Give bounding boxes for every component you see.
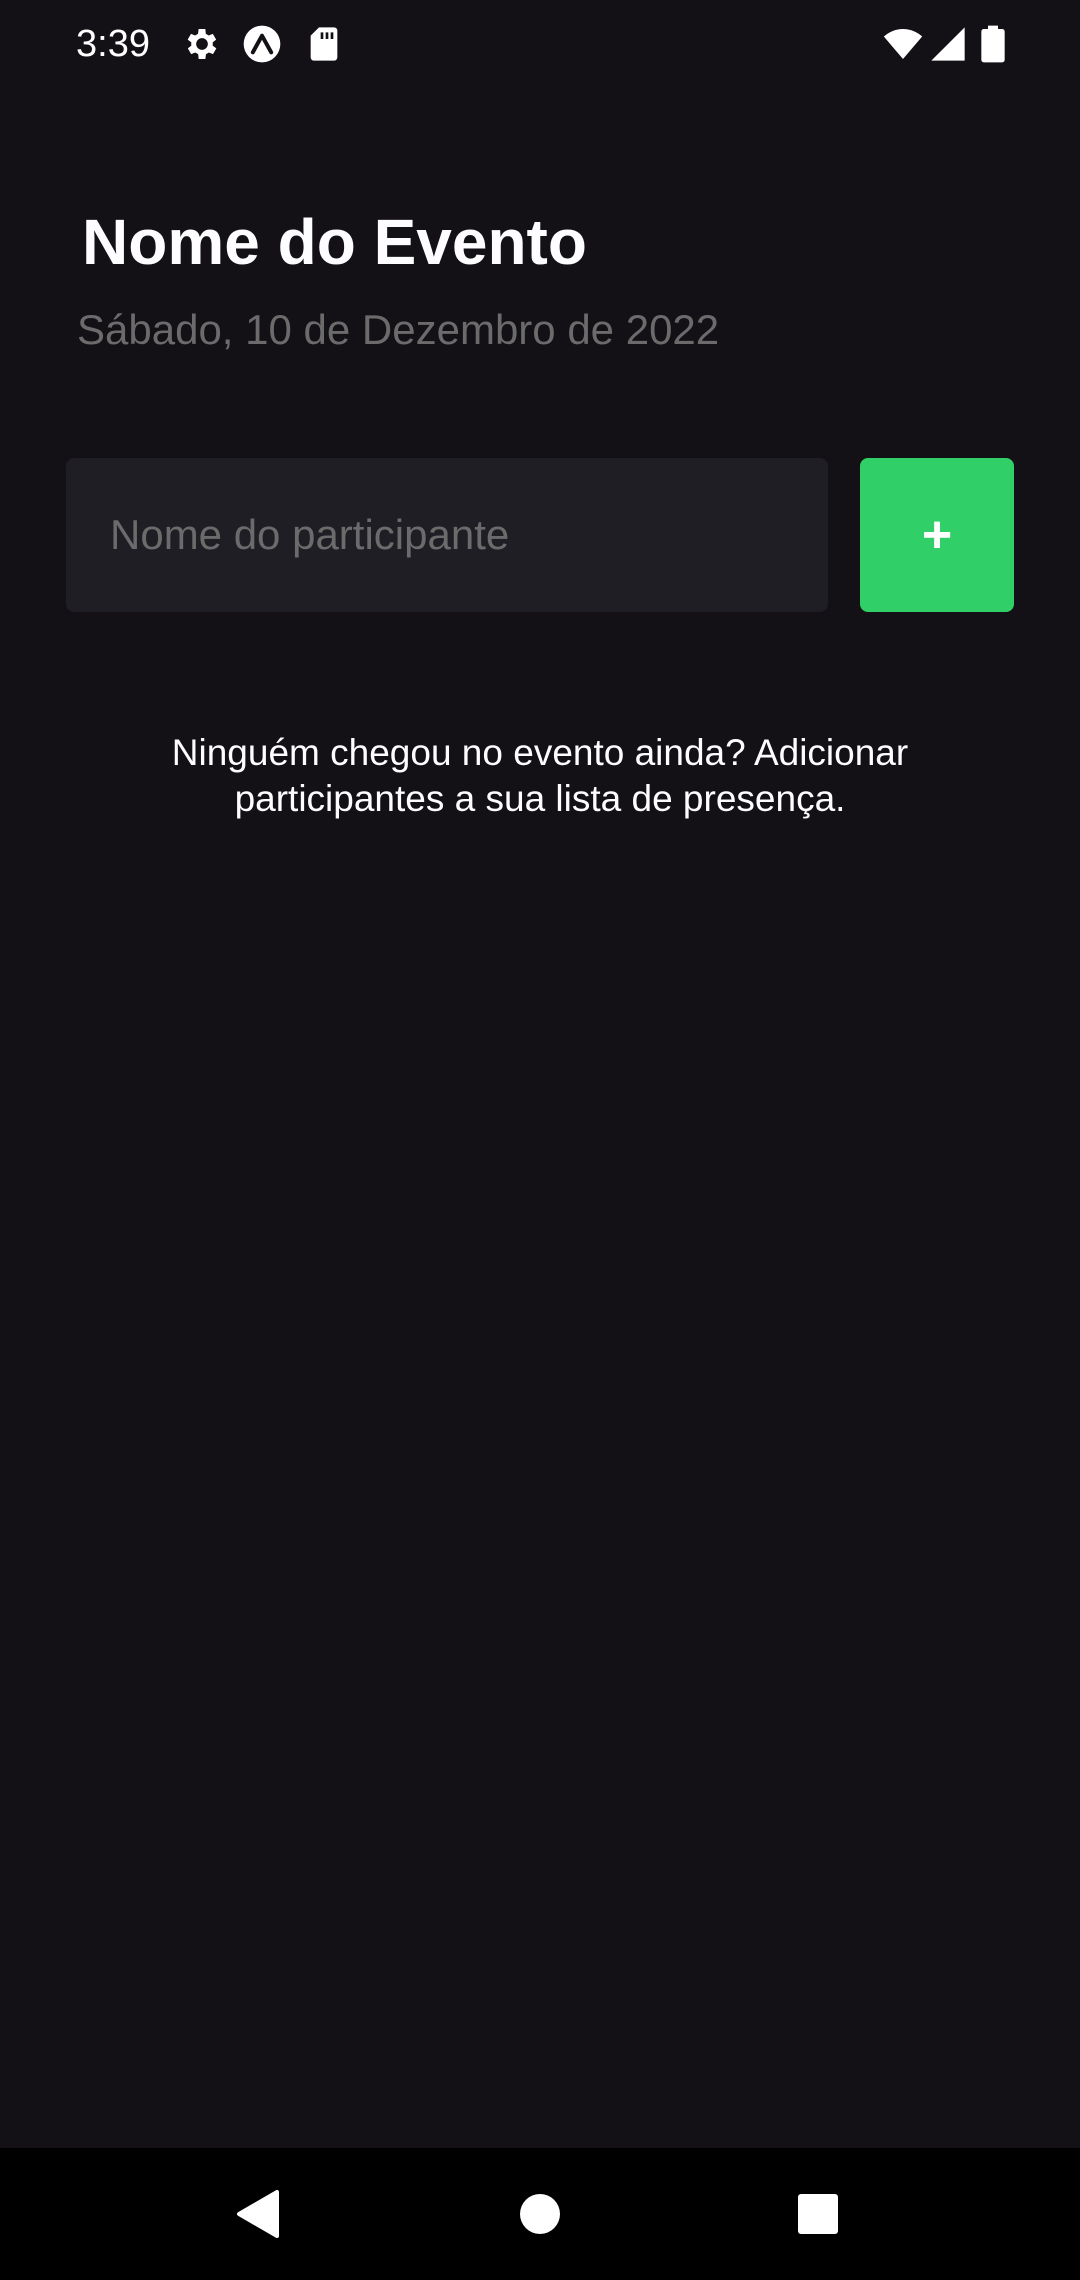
home-icon[interactable] (500, 2174, 580, 2254)
participant-name-input[interactable] (66, 458, 828, 612)
status-time: 3:39 (76, 23, 150, 65)
sd-card-icon (304, 24, 344, 64)
recents-icon[interactable] (778, 2174, 858, 2254)
add-participant-button[interactable]: + (860, 458, 1014, 612)
expo-icon (242, 24, 282, 64)
app-screen: 3:39 Nome do Evento Sábado, 10 de Dezemb… (0, 0, 1080, 2280)
event-title: Nome do Evento (82, 206, 587, 278)
cell-signal-icon (928, 24, 968, 64)
back-icon[interactable] (218, 2174, 298, 2254)
status-bar: 3:39 (0, 0, 1080, 88)
gear-icon (182, 24, 222, 64)
empty-list-message: Ninguém chegou no evento ainda? Adiciona… (171, 732, 909, 819)
wifi-icon (882, 24, 924, 64)
battery-icon (976, 24, 1010, 64)
event-date: Sábado, 10 de Dezembro de 2022 (77, 306, 720, 353)
navigation-bar (0, 2148, 1080, 2280)
